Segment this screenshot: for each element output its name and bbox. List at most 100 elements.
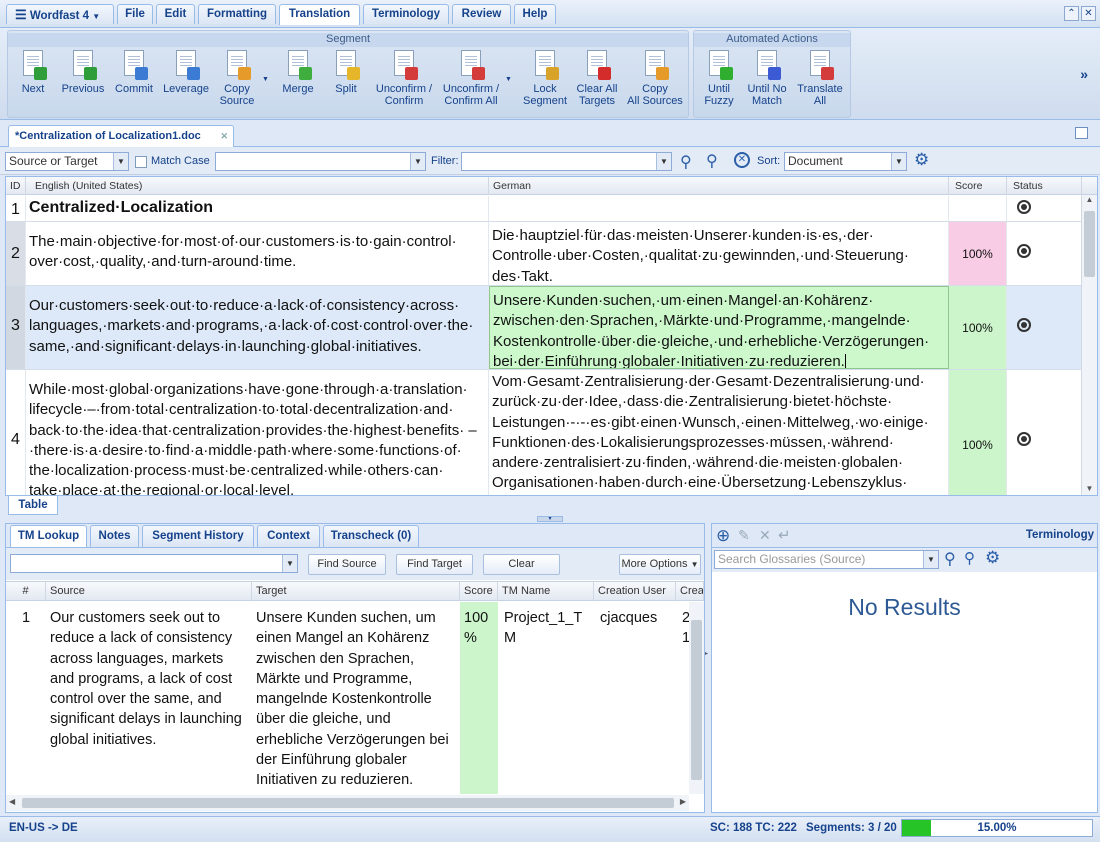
column-score[interactable]: Score: [949, 177, 1007, 195]
segment-source[interactable]: Our·customers·seek·out·to·reduce·a·lack·…: [26, 286, 489, 369]
more-ribbon-button[interactable]: »: [1080, 66, 1088, 82]
segment-target[interactable]: [489, 196, 949, 221]
grid-vertical-scrollbar[interactable]: ▲ ▼: [1081, 195, 1097, 495]
find-source-button[interactable]: Find Source: [308, 554, 386, 575]
gear-icon[interactable]: ⚙: [985, 548, 1000, 568]
search-icon[interactable]: ⚲: [944, 549, 956, 569]
close-icon[interactable]: ✕: [1081, 6, 1096, 21]
tm-result-target[interactable]: Unsere Kunden suchen, um einen Mangel an…: [252, 602, 460, 794]
tm-search-combo[interactable]: ▼: [10, 554, 298, 573]
segment-target-editor[interactable]: Unsere·Kunden·suchen,·um·einen·Mangel·an…: [489, 286, 949, 369]
add-term-icon[interactable]: ⊕: [716, 526, 730, 546]
search-icon[interactable]: ⚲: [680, 152, 692, 172]
segment-row[interactable]: 4 While·most·global·organizations·have·g…: [6, 370, 1082, 495]
search-next-icon[interactable]: ⚲: [706, 151, 718, 171]
column-tm-name[interactable]: TM Name: [498, 582, 594, 601]
tab-context[interactable]: Context: [257, 525, 320, 547]
match-case-checkbox[interactable]: [135, 156, 147, 168]
previous-icon: [70, 50, 97, 80]
delete-term-icon[interactable]: ✕: [759, 527, 771, 544]
column-id[interactable]: ID: [6, 177, 26, 195]
maximize-panel-icon[interactable]: [1075, 127, 1088, 139]
column-creation-date[interactable]: Crea: [676, 582, 704, 601]
status-radio-icon[interactable]: [1017, 244, 1031, 258]
segment-target[interactable]: Die·hauptziel·für·das·meisten·Unserer·ku…: [489, 222, 949, 285]
tab-translation[interactable]: Translation: [279, 4, 360, 25]
tab-edit[interactable]: Edit: [156, 4, 195, 24]
scroll-thumb[interactable]: [22, 798, 674, 808]
sort-select[interactable]: Document ▼: [784, 152, 907, 171]
tab-review[interactable]: Review: [452, 4, 511, 24]
tm-horizontal-scrollbar[interactable]: ◀ ▶: [6, 795, 689, 811]
tab-file[interactable]: File: [117, 4, 153, 24]
more-options-button[interactable]: More Options ▼: [619, 554, 701, 575]
tab-segment-history[interactable]: Segment History: [142, 525, 254, 547]
app-menu-button[interactable]: ☰ Wordfast 4 ▼: [6, 4, 114, 24]
segment-row-selected[interactable]: 3 Our·customers·seek·out·to·reduce·a·lac…: [6, 286, 1082, 370]
tab-help[interactable]: Help: [514, 4, 556, 24]
no-results-text: No Results: [848, 594, 961, 620]
close-tab-icon[interactable]: ✕: [220, 126, 228, 146]
column-creation-user[interactable]: Creation User: [594, 582, 676, 601]
copy-all-sources-button[interactable]: Copy All Sources: [619, 50, 691, 107]
segment-status[interactable]: [1007, 222, 1082, 285]
collapse-ribbon-icon[interactable]: ⌃: [1064, 6, 1079, 21]
clear-button[interactable]: Clear: [483, 554, 560, 575]
scroll-right-icon[interactable]: ▶: [680, 797, 686, 806]
segment-source[interactable]: While·most·global·organizations·have·gon…: [26, 370, 489, 495]
segment-source[interactable]: The·main·objective·for·most·of·our·custo…: [26, 222, 489, 285]
scroll-left-icon[interactable]: ◀: [9, 797, 15, 806]
clear-filter-icon[interactable]: ✕: [734, 152, 750, 168]
column-target[interactable]: German: [489, 177, 949, 195]
scroll-thumb[interactable]: [1084, 211, 1095, 277]
tab-notes[interactable]: Notes: [90, 525, 139, 547]
dropdown-arrow-icon[interactable]: ▼: [505, 76, 512, 83]
segment-status[interactable]: [1007, 286, 1082, 369]
translate-all-button[interactable]: Translate All: [784, 50, 856, 107]
tm-vertical-scrollbar[interactable]: [689, 602, 704, 794]
scroll-up-icon[interactable]: ▲: [1082, 195, 1097, 204]
scope-select[interactable]: Source or Target ▼: [5, 152, 129, 171]
glossary-search-bar: Search Glossaries (Source) ▼ ⚲ ⚲ ⚙: [712, 548, 1097, 572]
column-tm-score[interactable]: Score: [460, 582, 498, 601]
status-radio-icon[interactable]: [1017, 200, 1031, 214]
unconfirm-confirm-button[interactable]: Unconfirm / Confirm: [368, 50, 440, 107]
column-tm-target[interactable]: Target: [252, 582, 460, 601]
document-tab[interactable]: *Centralization of Localization1.doc ✕: [8, 125, 234, 147]
language-pair: EN-US -> DE: [9, 822, 78, 834]
dropdown-arrow-icon[interactable]: ▼: [262, 76, 269, 83]
tm-panel: TM Lookup Notes Segment History Context …: [5, 523, 705, 813]
column-status[interactable]: Status: [1007, 177, 1082, 195]
column-num[interactable]: #: [6, 582, 46, 601]
status-radio-icon[interactable]: [1017, 432, 1031, 446]
find-target-button[interactable]: Find Target: [396, 554, 473, 575]
segment-status[interactable]: [1007, 370, 1082, 495]
segment-status[interactable]: [1007, 196, 1082, 221]
tab-formatting[interactable]: Formatting: [198, 4, 276, 24]
column-source[interactable]: English (United States): [26, 177, 489, 195]
scroll-thumb[interactable]: [691, 620, 702, 780]
edit-term-icon[interactable]: ✎: [738, 527, 750, 544]
search-combo[interactable]: ▼: [215, 152, 426, 171]
insert-term-icon[interactable]: ↵: [778, 526, 791, 544]
tab-table[interactable]: Table: [8, 496, 58, 515]
gear-icon[interactable]: ⚙: [914, 150, 929, 170]
chevron-down-icon: ▼: [923, 551, 938, 568]
clear-search-icon[interactable]: ⚲: [964, 549, 975, 567]
unconfirm-confirm-all-button[interactable]: Unconfirm / Confirm All: [435, 50, 507, 107]
scroll-down-icon[interactable]: ▼: [1082, 484, 1097, 493]
status-radio-icon[interactable]: [1017, 318, 1031, 332]
column-tm-source[interactable]: Source: [46, 582, 252, 601]
glossary-search-input[interactable]: Search Glossaries (Source) ▼: [714, 550, 939, 569]
segment-row[interactable]: 1 Centralized·Localization: [6, 196, 1082, 222]
tab-transcheck[interactable]: Transcheck (0): [323, 525, 419, 547]
tm-result-source[interactable]: Our customers seek out to reduce a lack …: [46, 602, 252, 794]
segment-row[interactable]: 2 The·main·objective·for·most·of·our·cus…: [6, 222, 1082, 286]
filter-combo[interactable]: ▼: [461, 152, 672, 171]
segment-target[interactable]: Vom·Gesamt·Zentralisierung·der·Gesamt·De…: [489, 370, 949, 495]
tab-terminology[interactable]: Terminology: [363, 4, 449, 24]
segment-source[interactable]: Centralized·Localization: [26, 196, 489, 221]
merge-icon: [285, 50, 312, 80]
tab-tm-lookup[interactable]: TM Lookup: [10, 525, 87, 547]
splitter-handle[interactable]: ▾: [537, 516, 563, 522]
